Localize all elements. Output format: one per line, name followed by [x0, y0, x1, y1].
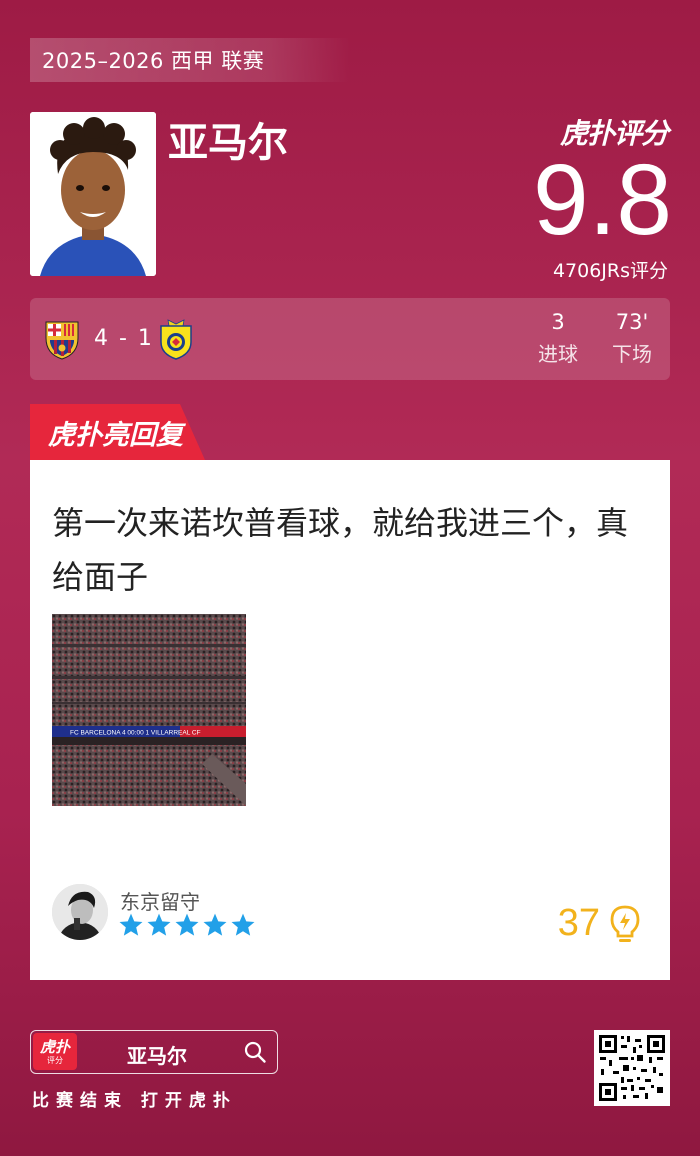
lightbulb-icon[interactable] — [608, 904, 642, 946]
rating-score: 9.8 — [532, 144, 672, 256]
player-photo — [30, 112, 156, 276]
goals-value: 3 — [551, 310, 565, 334]
qr-code — [594, 1030, 670, 1106]
hupu-search-box[interactable]: 虎扑 评分 亚马尔 — [30, 1030, 278, 1074]
goals-label: 进球 — [538, 342, 578, 366]
search-text: 亚马尔 — [127, 1044, 187, 1068]
search-icon[interactable] — [243, 1040, 267, 1064]
star-icon — [231, 913, 255, 936]
villarreal-crest-icon — [160, 319, 192, 360]
comment-photo[interactable]: FC BARCELONA 4 00:00 1 VILLARREAL CF — [52, 614, 246, 806]
star-icon — [119, 913, 143, 936]
user-avatar[interactable] — [52, 884, 108, 940]
subbed-off-value: 73' — [615, 310, 649, 334]
open-hupu-hint: 比赛结束 打开虎扑 — [32, 1091, 237, 1111]
username[interactable]: 东京留守 — [120, 886, 200, 915]
svg-text:FC BARCELONA 4 00:00 1 VIL: FC BARCELONA 4 00:00 1 VILLARREAL CF — [70, 730, 201, 737]
star-icon — [203, 913, 227, 936]
subbed-off-stat: 73' 下场 — [602, 310, 662, 367]
hupu-app-icon: 虎扑 评分 — [33, 1033, 77, 1070]
app-icon-title: 虎扑 — [39, 1037, 70, 1056]
highlight-reply-tag: 虎扑亮回复 — [30, 404, 205, 460]
app-icon-subtitle: 评分 — [47, 1055, 63, 1065]
subbed-off-label: 下场 — [612, 342, 652, 366]
star-icon — [147, 913, 171, 936]
comment-text: 第一次来诺坎普看球，就给我进三个，真给面子 — [52, 504, 629, 596]
match-score: 4 - 1 — [94, 326, 154, 351]
like-count: 37 — [557, 902, 600, 944]
barcelona-crest-icon — [45, 321, 79, 360]
rater-count: 4706JRs评分 — [552, 260, 668, 282]
highlight-reply-card[interactable]: 第一次来诺坎普看球，就给我进三个，真给面子 FC BARCELONA 4 00:… — [30, 460, 670, 980]
season-label: 2025–2026 西甲 联赛 — [30, 38, 350, 82]
match-summary: 4 - 1 3 进球 73' 下场 — [30, 298, 670, 380]
player-name: 亚马尔 — [168, 120, 288, 166]
user-rating-stars — [118, 912, 256, 938]
goals-stat: 3 进球 — [528, 310, 588, 367]
star-icon — [175, 913, 199, 936]
